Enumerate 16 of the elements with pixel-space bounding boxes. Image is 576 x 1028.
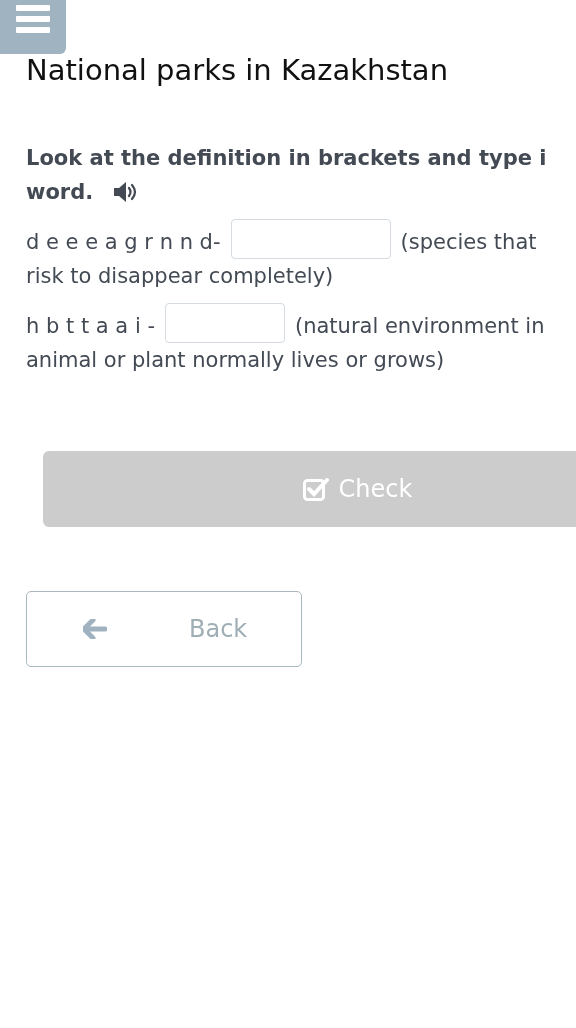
scrambled-letters: d e e e a g r n n d- <box>26 229 221 256</box>
answer-field[interactable] <box>165 303 285 343</box>
back-button[interactable]: Back <box>26 591 302 667</box>
page-title: National parks in Kazakhstan <box>25 53 449 87</box>
answer-field[interactable] <box>230 219 391 259</box>
scrambled-letters: h b t t a a i - <box>26 313 155 340</box>
menu-icon <box>16 5 50 33</box>
instruction-text: Look at the definition in brackets and type i <box>26 145 548 172</box>
definition-text: risk to disappear completely) <box>26 263 335 290</box>
checkbox-icon <box>302 477 329 501</box>
menu-button[interactable] <box>0 0 66 54</box>
arrow-left-icon <box>83 619 107 639</box>
definition-text: (species that <box>400 229 537 256</box>
definition-text: (natural environment in <box>295 313 545 340</box>
definition-text: animal or plant normally lives or grows) <box>26 347 446 374</box>
instruction-text: word. <box>26 179 94 206</box>
